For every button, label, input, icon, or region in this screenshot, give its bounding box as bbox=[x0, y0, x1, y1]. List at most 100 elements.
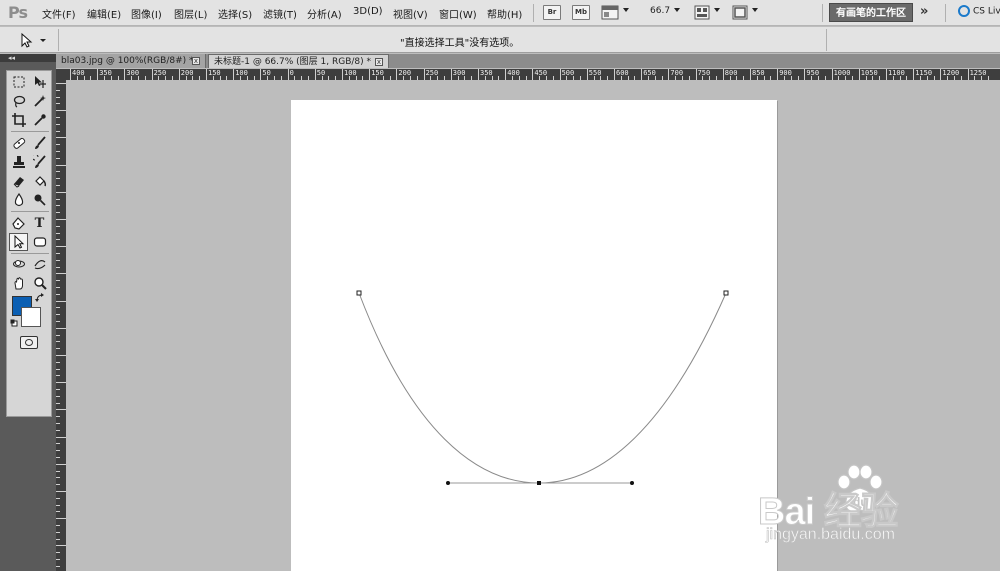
ruler-tick bbox=[56, 511, 60, 513]
menu-view[interactable]: 视图(V) bbox=[393, 6, 428, 21]
tools-separator bbox=[11, 211, 49, 212]
ruler-tick bbox=[56, 259, 60, 261]
tab-untitled-1[interactable]: 未标题-1 @ 66.7% (图层 1, RGB/8) * x bbox=[208, 54, 389, 68]
menu-edit[interactable]: 编辑(E) bbox=[87, 6, 121, 21]
toolbox-collapse-button[interactable]: ◂◂ bbox=[0, 54, 56, 62]
eyedropper-tool[interactable] bbox=[30, 111, 49, 129]
menu-image[interactable]: 图像(I) bbox=[131, 6, 162, 21]
direction-handle-right[interactable] bbox=[630, 481, 634, 485]
eyedropper-icon bbox=[33, 114, 46, 126]
ruler-tick bbox=[56, 239, 60, 241]
ruler-tick bbox=[56, 497, 60, 499]
healing-brush-tool[interactable] bbox=[9, 134, 28, 152]
cs-live-button[interactable]: CS Liv bbox=[958, 5, 1000, 17]
anchor-point-left[interactable] bbox=[356, 290, 362, 296]
view-extras-icon[interactable] bbox=[601, 5, 619, 20]
menu-3d[interactable]: 3D(D) bbox=[353, 6, 383, 17]
pen-tool[interactable] bbox=[9, 214, 28, 232]
ruler-major-tick bbox=[913, 69, 915, 80]
default-colors-icon[interactable] bbox=[10, 319, 18, 327]
menu-filter[interactable]: 滤镜(T) bbox=[263, 6, 297, 21]
ruler-major-tick bbox=[668, 69, 670, 80]
screen-mode-icon[interactable] bbox=[732, 5, 748, 20]
path-curve[interactable] bbox=[358, 292, 727, 484]
ruler-tick bbox=[56, 402, 60, 404]
screen-mode-caret-icon[interactable] bbox=[752, 8, 758, 12]
blur-tool[interactable] bbox=[9, 191, 28, 209]
arrange-caret-icon[interactable] bbox=[714, 8, 720, 12]
ruler-major-tick bbox=[97, 69, 99, 80]
ruler-tick bbox=[56, 83, 66, 84]
3d-orbit-tool[interactable] bbox=[30, 255, 49, 273]
horizontal-ruler: 400 350 300 250 200 150 100 50 0 50 100 150 200 250 30… bbox=[66, 69, 1000, 80]
workspace-button[interactable]: 有画笔的工作区 bbox=[829, 3, 913, 22]
anchor-point-bottom-selected[interactable] bbox=[537, 481, 541, 485]
ruler-tick bbox=[56, 504, 60, 506]
paint-bucket-tool[interactable] bbox=[30, 172, 49, 190]
ruler-tick bbox=[56, 307, 60, 309]
background-color-swatch[interactable] bbox=[21, 307, 41, 327]
dodge-tool[interactable] bbox=[30, 191, 49, 209]
quick-mask-button[interactable] bbox=[20, 336, 38, 349]
zoom-caret-icon[interactable] bbox=[674, 8, 680, 12]
tab-close-icon[interactable]: x bbox=[375, 58, 383, 66]
crop-tool[interactable] bbox=[9, 111, 28, 129]
direct-selection-tool[interactable] bbox=[9, 233, 28, 251]
direction-handle-left[interactable] bbox=[446, 481, 450, 485]
rect-marquee-tool[interactable] bbox=[9, 73, 28, 91]
ruler-major-tick bbox=[505, 69, 507, 80]
ruler-tick bbox=[56, 219, 66, 220]
zoom-tool[interactable] bbox=[30, 274, 49, 292]
ruler-major-tick bbox=[750, 69, 751, 80]
ruler-tick bbox=[56, 253, 60, 254]
ruler-tick bbox=[56, 171, 60, 173]
minibridge-button[interactable]: Mb bbox=[572, 5, 590, 20]
tab-bla03[interactable]: bla03.jpg @ 100%(RGB/8#) * x bbox=[56, 54, 206, 68]
magic-wand-icon bbox=[33, 95, 46, 107]
hand-tool[interactable] bbox=[9, 274, 28, 292]
options-bar: "直接选择工具"没有选项。 bbox=[0, 27, 1000, 53]
anchor-point-right[interactable] bbox=[723, 290, 729, 296]
ruler-tick bbox=[56, 287, 60, 288]
ruler-tick bbox=[56, 450, 60, 452]
tool-preset-picker-icon[interactable] bbox=[10, 31, 50, 49]
menu-layer[interactable]: 图层(L) bbox=[174, 6, 207, 21]
tab-close-icon[interactable]: x bbox=[192, 57, 200, 65]
zoom-level[interactable]: 66.7 bbox=[650, 6, 670, 16]
eraser-tool[interactable] bbox=[9, 172, 28, 190]
swap-colors-icon[interactable] bbox=[35, 293, 45, 303]
brush-tool[interactable] bbox=[30, 134, 49, 152]
ruler-major-tick bbox=[614, 69, 615, 80]
document-canvas[interactable] bbox=[291, 100, 777, 571]
menu-file[interactable]: 文件(F) bbox=[42, 6, 76, 21]
bridge-button[interactable]: Br bbox=[543, 5, 561, 20]
menu-help[interactable]: 帮助(H) bbox=[487, 6, 522, 21]
baidu-jingyan-watermark: du Bai 经验 jingyan.baidu.com bbox=[758, 464, 998, 568]
lasso-tool[interactable] bbox=[9, 92, 28, 110]
options-separator bbox=[826, 29, 827, 51]
history-brush-tool[interactable] bbox=[30, 153, 49, 171]
menu-window[interactable]: 窗口(W) bbox=[439, 6, 477, 21]
menu-analysis[interactable]: 分析(A) bbox=[307, 6, 342, 21]
ruler-tick bbox=[56, 484, 60, 486]
move-tool[interactable] bbox=[30, 73, 49, 91]
magic-wand-tool[interactable] bbox=[30, 92, 49, 110]
clone-stamp-tool[interactable] bbox=[9, 153, 28, 171]
tab-label: 未标题-1 @ 66.7% (图层 1, RGB/8) * bbox=[214, 57, 371, 67]
watermark-url: jingyan.baidu.com bbox=[766, 526, 896, 544]
type-tool[interactable]: T bbox=[30, 214, 49, 232]
ruler-tick bbox=[56, 423, 60, 424]
bezier-path[interactable] bbox=[291, 100, 777, 571]
cs-live-icon bbox=[958, 5, 970, 17]
ruler-tick bbox=[56, 565, 60, 567]
shape-tool[interactable] bbox=[30, 233, 49, 251]
rounded-rect-icon bbox=[33, 237, 46, 247]
arrange-documents-icon[interactable] bbox=[694, 5, 710, 20]
ruler-major-tick bbox=[233, 69, 235, 80]
more-workspaces-button[interactable]: » bbox=[920, 4, 928, 19]
ruler-tick bbox=[56, 429, 60, 431]
menu-select[interactable]: 选择(S) bbox=[218, 6, 252, 21]
3d-rotate-tool[interactable] bbox=[9, 255, 28, 273]
ruler-tick bbox=[56, 280, 60, 282]
view-extras-caret-icon[interactable] bbox=[623, 8, 629, 12]
